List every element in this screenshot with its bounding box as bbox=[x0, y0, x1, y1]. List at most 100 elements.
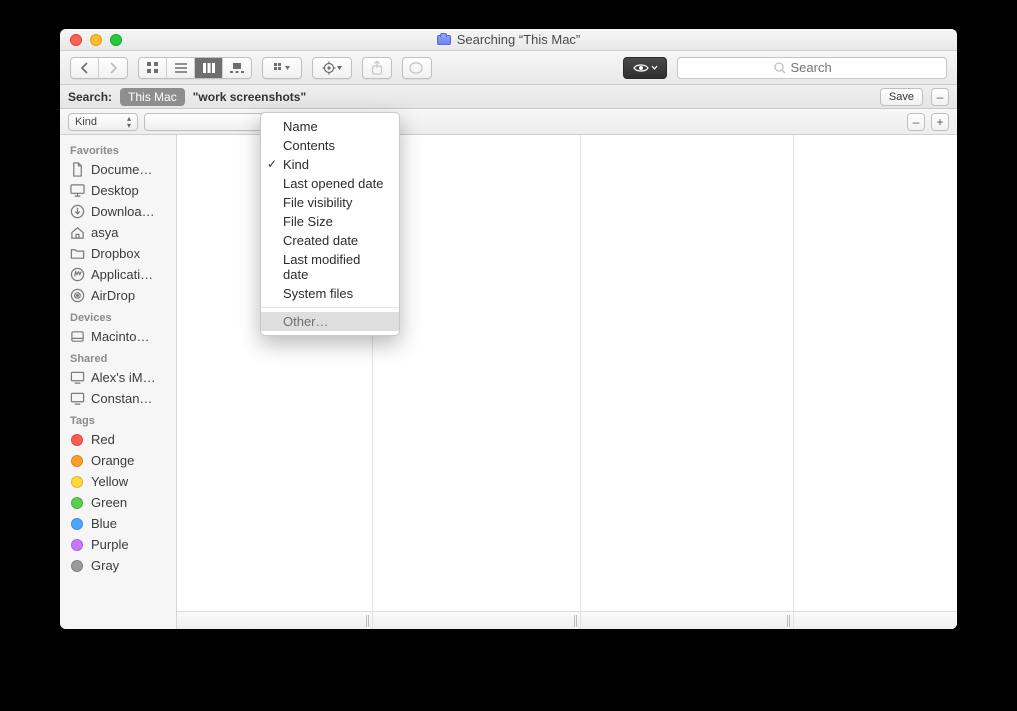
column-view-button[interactable] bbox=[195, 58, 223, 78]
sidebar: FavoritesDocume…DesktopDownloa…asyaDropb… bbox=[60, 135, 177, 629]
minimize-window-button[interactable] bbox=[90, 34, 102, 46]
menu-item[interactable]: Last opened date bbox=[261, 174, 399, 193]
sidebar-item-label: Macinto… bbox=[91, 329, 150, 344]
disk-icon bbox=[69, 329, 85, 344]
zoom-window-button[interactable] bbox=[110, 34, 122, 46]
share-button[interactable] bbox=[362, 57, 392, 79]
home-icon bbox=[69, 225, 85, 240]
titlebar: Searching “This Mac” bbox=[60, 29, 957, 51]
sidebar-section-header: Tags bbox=[60, 409, 176, 429]
menu-item[interactable]: Created date bbox=[261, 231, 399, 250]
forward-button[interactable] bbox=[99, 58, 127, 78]
nav-buttons bbox=[70, 57, 128, 79]
search-criteria-row: Kind ▴▾ – + bbox=[60, 109, 957, 135]
sidebar-item[interactable]: Yellow bbox=[60, 471, 176, 492]
sidebar-item[interactable]: asya bbox=[60, 222, 176, 243]
view-switcher bbox=[138, 57, 252, 79]
sidebar-item[interactable]: Applicati… bbox=[60, 264, 176, 285]
sidebar-section-header: Shared bbox=[60, 347, 176, 367]
sidebar-item-label: Green bbox=[91, 495, 127, 510]
sidebar-item[interactable]: Desktop bbox=[60, 180, 176, 201]
tag-icon bbox=[69, 518, 85, 530]
traffic-lights bbox=[70, 34, 122, 46]
remove-criteria-button[interactable]: – bbox=[907, 113, 925, 131]
remove-scope-button[interactable]: – bbox=[931, 88, 949, 106]
menu-item[interactable]: System files bbox=[261, 284, 399, 303]
search-query-text[interactable]: "work screenshots" bbox=[193, 90, 306, 104]
screen-icon bbox=[69, 391, 85, 406]
doc-icon bbox=[69, 162, 85, 177]
sidebar-item[interactable]: Alex's iM… bbox=[60, 367, 176, 388]
criteria-attribute-label: Kind bbox=[75, 116, 97, 128]
search-scope-bar: Search: This Mac "work screenshots" Save… bbox=[60, 85, 957, 109]
close-window-button[interactable] bbox=[70, 34, 82, 46]
folder-icon bbox=[69, 246, 85, 261]
sidebar-item[interactable]: Docume… bbox=[60, 159, 176, 180]
sidebar-item[interactable]: Blue bbox=[60, 513, 176, 534]
sidebar-item-label: Downloa… bbox=[91, 204, 155, 219]
column-2[interactable] bbox=[373, 135, 581, 629]
menu-item[interactable]: Last modified date bbox=[261, 250, 399, 284]
tag-icon bbox=[69, 455, 85, 467]
menu-item[interactable]: File visibility bbox=[261, 193, 399, 212]
finder-window: Searching “This Mac” bbox=[60, 29, 957, 629]
sidebar-item-label: Dropbox bbox=[91, 246, 140, 261]
sidebar-item-label: Blue bbox=[91, 516, 117, 531]
sidebar-item-label: Gray bbox=[91, 558, 119, 573]
tag-icon bbox=[69, 539, 85, 551]
criteria-attribute-popup[interactable]: Kind ▴▾ bbox=[68, 113, 138, 131]
airdrop-icon bbox=[69, 288, 85, 303]
sidebar-item-label: Applicati… bbox=[91, 267, 153, 282]
tag-icon bbox=[69, 560, 85, 572]
menu-separator bbox=[261, 307, 399, 308]
sidebar-item[interactable]: Gray bbox=[60, 555, 176, 576]
action-menu-button[interactable] bbox=[312, 57, 352, 79]
apps-icon bbox=[69, 267, 85, 282]
sidebar-item[interactable]: Downloa… bbox=[60, 201, 176, 222]
column-4[interactable] bbox=[794, 135, 957, 629]
toolbar bbox=[60, 51, 957, 85]
back-button[interactable] bbox=[71, 58, 99, 78]
sidebar-item-label: Alex's iM… bbox=[91, 370, 156, 385]
sidebar-item-label: Desktop bbox=[91, 183, 139, 198]
arrange-group bbox=[262, 57, 302, 79]
menu-item[interactable]: Contents bbox=[261, 136, 399, 155]
search-input[interactable] bbox=[791, 60, 851, 75]
column-3[interactable] bbox=[581, 135, 794, 629]
arrange-button[interactable] bbox=[263, 58, 301, 78]
desktop-icon bbox=[69, 183, 85, 198]
sidebar-item-label: asya bbox=[91, 225, 118, 240]
menu-item[interactable]: Kind bbox=[261, 155, 399, 174]
search-label: Search: bbox=[68, 90, 112, 104]
sidebar-item[interactable]: Orange bbox=[60, 450, 176, 471]
add-criteria-button[interactable]: + bbox=[931, 113, 949, 131]
tags-button[interactable] bbox=[402, 57, 432, 79]
smart-folder-icon bbox=[437, 35, 451, 45]
list-view-button[interactable] bbox=[167, 58, 195, 78]
sidebar-item[interactable]: Green bbox=[60, 492, 176, 513]
sidebar-item[interactable]: AirDrop bbox=[60, 285, 176, 306]
screen-icon bbox=[69, 370, 85, 385]
sidebar-item-label: Constan… bbox=[91, 391, 152, 406]
menu-item-other[interactable]: Other… bbox=[261, 312, 399, 331]
sidebar-item[interactable]: Macinto… bbox=[60, 326, 176, 347]
sidebar-item-label: Orange bbox=[91, 453, 134, 468]
icon-view-button[interactable] bbox=[139, 58, 167, 78]
sidebar-item[interactable]: Dropbox bbox=[60, 243, 176, 264]
save-search-button[interactable]: Save bbox=[880, 88, 923, 106]
sidebar-item[interactable]: Constan… bbox=[60, 388, 176, 409]
sidebar-item-label: Yellow bbox=[91, 474, 128, 489]
sidebar-section-header: Devices bbox=[60, 306, 176, 326]
gallery-view-button[interactable] bbox=[223, 58, 251, 78]
sidebar-item-label: Red bbox=[91, 432, 115, 447]
sidebar-item-label: Docume… bbox=[91, 162, 152, 177]
menu-item[interactable]: File Size bbox=[261, 212, 399, 231]
search-field[interactable] bbox=[677, 57, 947, 79]
sidebar-item[interactable]: Red bbox=[60, 429, 176, 450]
privacy-button[interactable] bbox=[623, 57, 667, 79]
sidebar-item[interactable]: Purple bbox=[60, 534, 176, 555]
scope-this-mac-button[interactable]: This Mac bbox=[120, 88, 185, 106]
tag-icon bbox=[69, 497, 85, 509]
tag-icon bbox=[69, 476, 85, 488]
menu-item[interactable]: Name bbox=[261, 117, 399, 136]
